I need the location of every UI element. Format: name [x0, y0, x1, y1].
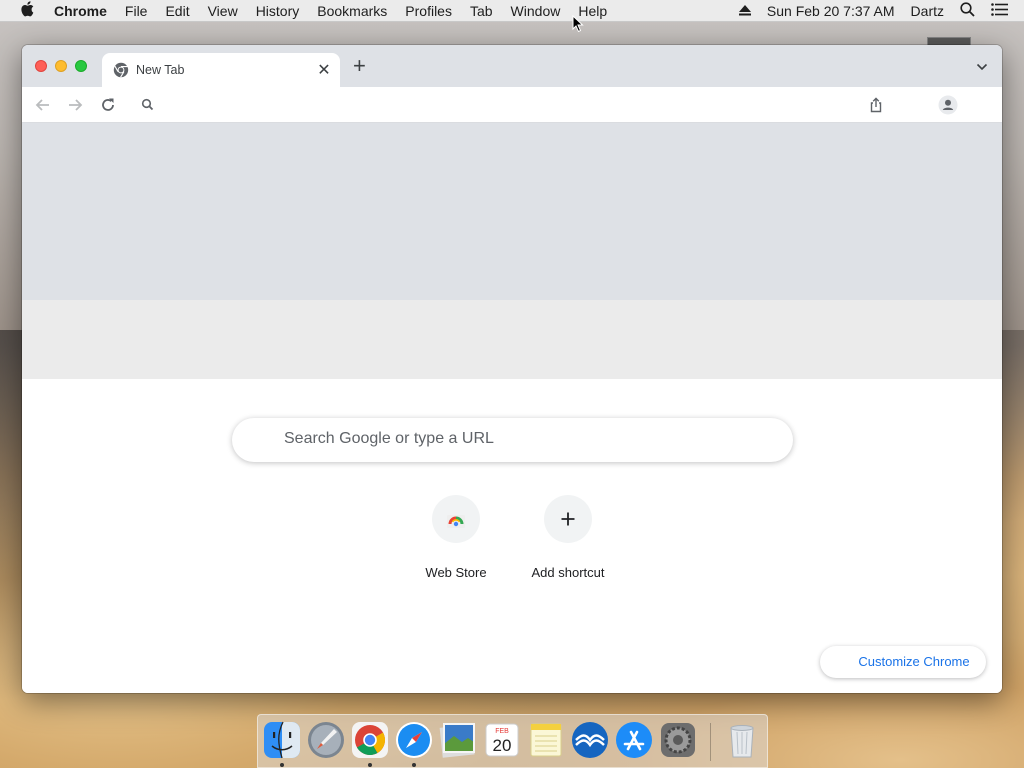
profile-avatar-icon[interactable] — [938, 95, 958, 115]
omnibox-search-icon[interactable] — [139, 96, 157, 114]
new-tab-button[interactable]: + — [353, 55, 366, 77]
spotlight-icon[interactable] — [960, 2, 975, 20]
reload-icon[interactable] — [99, 96, 117, 114]
ntp-search-input[interactable] — [284, 430, 764, 448]
window-minimize-button[interactable] — [55, 60, 67, 72]
window-zoom-button[interactable] — [75, 60, 87, 72]
web-store-tile[interactable] — [432, 495, 480, 543]
launchpad-icon[interactable] — [306, 720, 346, 760]
system-preferences-icon[interactable] — [658, 720, 698, 760]
mail-icon[interactable] — [570, 720, 610, 760]
menu-profiles[interactable]: Profiles — [405, 3, 452, 19]
apple-menu-icon[interactable] — [20, 0, 38, 21]
shortcut-label: Add shortcut — [531, 565, 605, 580]
menu-file[interactable]: File — [125, 3, 148, 19]
ntp-background-top — [22, 123, 1002, 300]
app-store-icon[interactable] — [614, 720, 654, 760]
tab-new-tab[interactable]: New Tab ✕ — [102, 53, 340, 87]
dock-separator — [710, 723, 711, 761]
running-indicator — [368, 763, 372, 767]
tab-strip: New Tab ✕ + — [22, 45, 1002, 87]
menu-view[interactable]: View — [208, 3, 238, 19]
customize-chrome-label: Customize Chrome — [858, 654, 970, 669]
plus-icon — [561, 512, 575, 526]
notes-icon[interactable] — [526, 720, 566, 760]
calendar-day: 20 — [493, 736, 512, 755]
browser-toolbar — [22, 87, 1002, 123]
eject-icon[interactable] — [738, 3, 751, 19]
notification-center-icon[interactable] — [991, 3, 1008, 19]
dock: FEB 20 — [257, 714, 768, 768]
menu-chrome[interactable]: Chrome — [54, 3, 107, 19]
safari-icon[interactable] — [394, 720, 434, 760]
running-indicator — [412, 763, 416, 767]
calendar-month: FEB — [495, 728, 509, 735]
photos-icon[interactable] — [438, 720, 478, 760]
menu-bookmarks[interactable]: Bookmarks — [317, 3, 387, 19]
menu-edit[interactable]: Edit — [165, 3, 189, 19]
menu-window[interactable]: Window — [511, 3, 561, 19]
tab-close-icon[interactable]: ✕ — [316, 60, 332, 80]
trash-icon[interactable] — [722, 720, 762, 760]
chrome-window: New Tab ✕ + Search Google or type a URL … — [22, 45, 1002, 693]
tab-title: New Tab — [136, 63, 185, 77]
window-close-button[interactable] — [35, 60, 47, 72]
finder-icon[interactable] — [262, 720, 302, 760]
menu-user[interactable]: Dartz — [911, 3, 944, 19]
calendar-icon[interactable]: FEB 20 — [482, 720, 522, 760]
running-indicator — [280, 763, 284, 767]
menu-bar: Chrome File Edit View History Bookmarks … — [0, 0, 1024, 22]
menu-clock[interactable]: Sun Feb 20 7:37 AM — [767, 3, 895, 19]
chrome-favicon-icon — [113, 62, 129, 78]
tab-search-chevron-icon[interactable] — [976, 61, 988, 73]
shortcut-add[interactable]: Add shortcut — [512, 495, 624, 580]
mouse-cursor-icon — [572, 15, 584, 33]
ntp-background-middle — [22, 300, 1002, 379]
share-icon[interactable] — [867, 96, 885, 114]
shortcut-web-store[interactable]: Web Store — [400, 495, 512, 580]
chrome-icon[interactable] — [350, 720, 390, 760]
menu-tab[interactable]: Tab — [470, 3, 493, 19]
ntp-search-box[interactable] — [232, 418, 793, 462]
webstore-icon — [447, 515, 465, 528]
new-tab-page: Web Store Add shortcut Customize Chrome — [22, 123, 1002, 693]
menu-history[interactable]: History — [256, 3, 300, 19]
back-arrow-icon[interactable] — [34, 96, 52, 114]
forward-arrow-icon[interactable] — [66, 96, 84, 114]
shortcut-label: Web Store — [425, 565, 487, 580]
add-shortcut-tile[interactable] — [544, 495, 592, 543]
customize-chrome-button[interactable]: Customize Chrome — [820, 646, 986, 678]
